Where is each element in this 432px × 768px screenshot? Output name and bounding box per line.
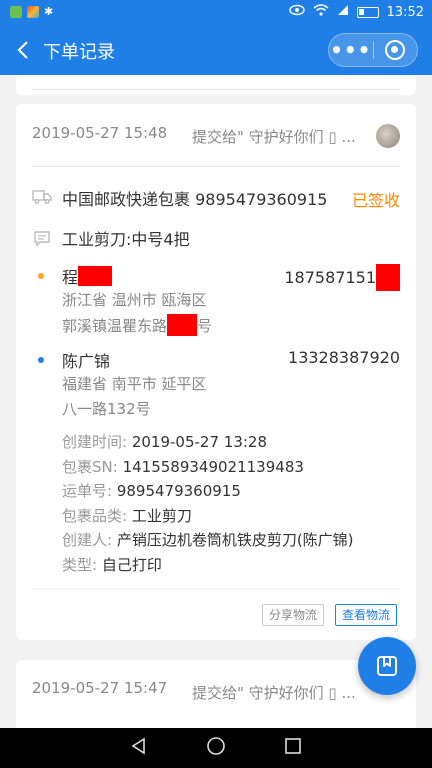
status-bar: ✱ 13:52 <box>0 0 432 25</box>
battery-icon <box>356 6 379 18</box>
goods-description: 工业剪刀:中号4把 <box>62 230 190 249</box>
detail-row: 创建人: 产销压边机卷筒机铁皮剪刀(陈广锦) <box>62 531 354 549</box>
view-logistics-button[interactable]: 查看物流 <box>335 604 398 626</box>
carrier-name: 中国邮政快递包裹 <box>62 190 191 209</box>
signal-icon <box>337 4 349 20</box>
recipient-name: 程 <box>62 264 113 288</box>
detail-row: 创建时间: 2019-05-27 13:28 <box>62 433 267 451</box>
truck-icon <box>32 190 52 204</box>
order-time: 2019-05-27 15:47 <box>32 679 168 697</box>
order-time: 2019-05-27 15:48 <box>32 124 168 142</box>
avatar <box>376 124 400 148</box>
order-receiver-summary: 提交给" 守护好你们 ▯ ... <box>192 128 356 146</box>
home-nav-button[interactable] <box>206 736 226 760</box>
share-logistics-button[interactable]: 分享物流 <box>262 604 325 626</box>
message-icon <box>34 231 50 246</box>
back-nav-button[interactable] <box>130 737 148 759</box>
order-card: 2019-05-27 15:48 提交给" 守护好你们 ▯ ... 中国邮政快递… <box>16 104 416 640</box>
tracking-number: 9895479360915 <box>195 190 328 209</box>
divider <box>32 166 400 167</box>
detail-row: 类型: 自己打印 <box>62 555 162 574</box>
square-recents-icon <box>285 738 301 754</box>
floating-action-button[interactable] <box>358 637 416 695</box>
sender-street: 八一路132号 <box>62 400 151 418</box>
order-receiver-summary: 提交给" 守护好你们 ▯ ... <box>192 684 356 702</box>
divider <box>32 588 400 589</box>
recipient-dot <box>38 273 44 279</box>
sender-dot <box>38 357 44 363</box>
next-order-card[interactable]: 2019-05-27 15:47 提交给" 守护好你们 ▯ ... <box>16 660 416 730</box>
redaction-mark <box>376 264 400 291</box>
more-button[interactable]: ••• <box>329 40 373 60</box>
sender-name: 陈广锦 <box>62 352 111 371</box>
divider <box>32 89 400 90</box>
eye-comfort-icon <box>288 4 305 20</box>
system-nav-bar <box>0 728 432 768</box>
previous-order-card <box>16 75 416 95</box>
order-details: 创建时间: 2019-05-27 13:28 包裹SN: 14155893490… <box>62 430 354 577</box>
nav-bar: 下单记录 ••• <box>0 25 432 75</box>
chevron-left-icon <box>17 41 28 59</box>
target-icon <box>385 40 406 60</box>
recipient-phone: 187587151 <box>284 264 400 291</box>
page-title: 下单记录 <box>43 42 115 63</box>
app-notification-icon <box>27 5 39 18</box>
recipient-street: 郭溪镇温瞿东路 号 <box>62 314 212 336</box>
recents-nav-button[interactable] <box>284 737 302 759</box>
detail-row: 运单号: 9895479360915 <box>62 482 241 500</box>
sender-phone: 13328387920 <box>288 348 400 367</box>
bookmark-book-icon <box>377 656 397 676</box>
detail-row: 包裹SN: 1415589349021139483 <box>62 457 304 476</box>
shipping-row: 中国邮政快递包裹 9895479360915 已签收 <box>32 186 400 210</box>
redaction-mark <box>167 314 198 336</box>
delivery-status: 已签收 <box>351 191 400 210</box>
sender-region: 福建省 南平市 延平区 <box>62 375 207 393</box>
bluetooth-icon: ✱ <box>44 5 54 18</box>
close-miniapp-button[interactable] <box>373 40 417 60</box>
triangle-back-icon <box>131 737 145 755</box>
app-notification-icon <box>10 5 22 18</box>
back-button[interactable] <box>6 33 40 67</box>
miniapp-capsule: ••• <box>328 33 418 67</box>
detail-row: 包裹品类: 工业剪刀 <box>62 506 192 525</box>
redaction-mark <box>78 266 113 286</box>
circle-home-icon <box>207 737 225 755</box>
status-time: 13:52 <box>386 4 424 20</box>
carrier-and-tracking: 中国邮政快递包裹 9895479360915 <box>62 186 327 210</box>
recipient-region: 浙江省 温州市 瓯海区 <box>62 291 207 309</box>
wifi-icon <box>313 4 329 20</box>
